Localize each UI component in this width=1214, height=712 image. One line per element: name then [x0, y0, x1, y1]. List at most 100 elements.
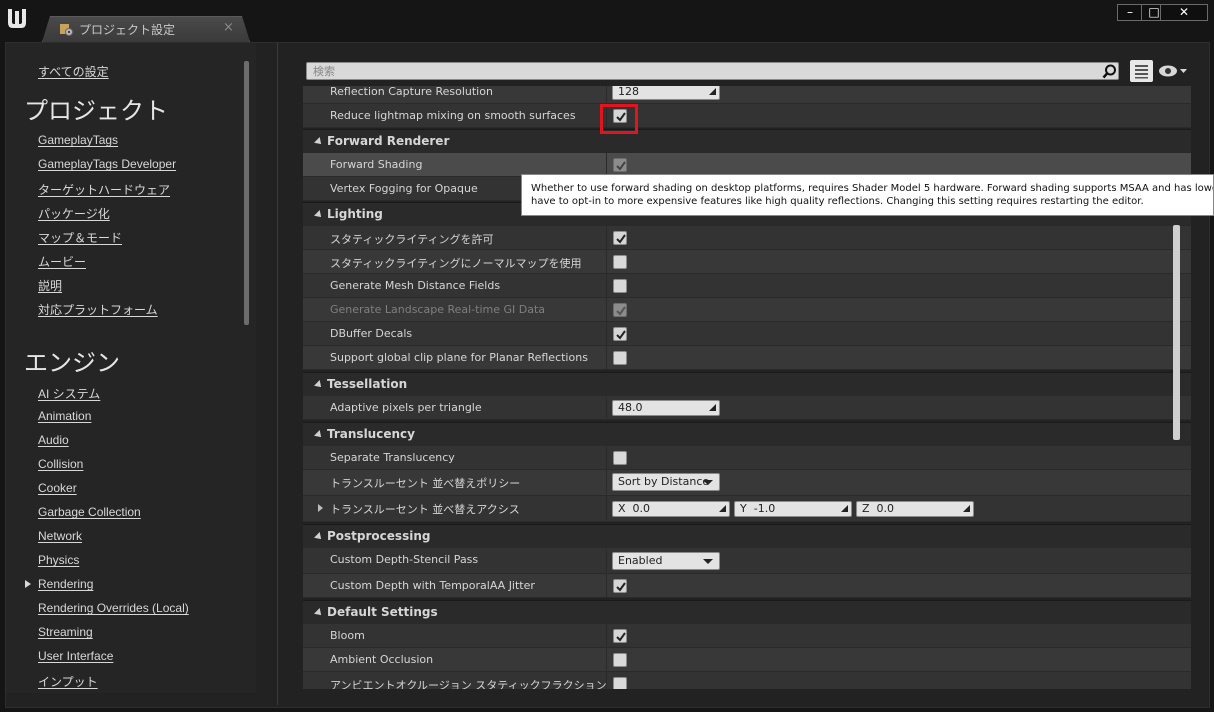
sidebar-item-input[interactable]: インプット — [38, 673, 98, 690]
reduce-lightmap-mixing-checkbox[interactable] — [613, 109, 627, 123]
row-separate-translucency: Separate Translucency — [303, 446, 1191, 470]
ambient-occlusion-checkbox[interactable] — [613, 653, 627, 667]
mesh-distance-fields-checkbox[interactable] — [613, 279, 627, 293]
tooltip-line-1: Whether to use forward shading on deskto… — [531, 183, 1214, 194]
tab-close-icon[interactable]: × — [223, 20, 234, 35]
section-tessellation[interactable]: Tessellation — [303, 372, 1191, 396]
row-custom-depth-stencil: Custom Depth-Stencil Pass Enabled — [303, 548, 1191, 574]
sidebar-item-physics[interactable]: Physics — [38, 553, 79, 567]
section-title: Forward Renderer — [327, 134, 450, 148]
sidebar-item-supported-platforms[interactable]: 対応プラットフォーム — [38, 301, 158, 318]
close-window-button[interactable]: ✕ — [1160, 4, 1208, 21]
sort-axis-z-field[interactable]: Z 0.0 — [856, 501, 974, 517]
row-sort-policy: トランスルーセント 並べ替えポリシー Sort by Distance — [303, 470, 1191, 496]
row-reflection-capture-resolution: Reflection Capture Resolution 128 — [303, 86, 1191, 104]
property-label: Generate Landscape Real-time GI Data — [330, 303, 546, 316]
property-label: Generate Mesh Distance Fields — [330, 279, 501, 292]
search-box[interactable] — [306, 62, 1119, 80]
collapse-arrow-icon[interactable] — [314, 380, 324, 390]
checkmark-icon — [616, 161, 626, 171]
row-sort-axis: トランスルーセント 並べ替えアクシス X 0.0 Y -1.0 Z 0.0 — [303, 496, 1191, 522]
sidebar-item-audio[interactable]: Audio — [38, 433, 69, 447]
sort-axis-x-field[interactable]: X 0.0 — [612, 501, 730, 517]
global-clip-plane-checkbox[interactable] — [613, 351, 627, 365]
forward-shading-checkbox[interactable] — [613, 158, 627, 172]
property-label: Forward Shading — [330, 158, 423, 171]
expand-arrow-icon[interactable] — [318, 504, 323, 512]
sidebar-item-streaming[interactable]: Streaming — [38, 625, 93, 639]
custom-depth-stencil-dropdown[interactable]: Enabled — [612, 552, 720, 570]
property-label: トランスルーセント 並べ替えアクシス — [330, 503, 520, 516]
property-label: Support global clip plane for Planar Ref… — [330, 351, 588, 364]
custom-depth-taa-checkbox[interactable] — [613, 579, 627, 593]
collapse-arrow-icon[interactable] — [314, 532, 324, 542]
minimize-button[interactable]: – — [1117, 4, 1143, 21]
search-input[interactable] — [307, 63, 1097, 79]
tab-project-settings[interactable]: プロジェクト設定 × — [42, 16, 250, 42]
section-default-settings[interactable]: Default Settings — [303, 600, 1191, 624]
settings-window: すべての設定 プロジェクト GameplayTags GameplayTags … — [5, 42, 1210, 708]
list-view-icon — [1135, 65, 1148, 79]
dbuffer-decals-checkbox[interactable] — [613, 327, 627, 341]
section-title: Tessellation — [327, 377, 408, 391]
dropdown-arrow-icon — [703, 480, 713, 485]
collapse-arrow-icon[interactable] — [314, 608, 324, 618]
sidebar-item-rendering-overrides[interactable]: Rendering Overrides (Local) — [38, 601, 189, 615]
section-title: Postprocessing — [327, 529, 431, 543]
section-translucency[interactable]: Translucency — [303, 422, 1191, 446]
sidebar-scrollbar[interactable] — [244, 61, 249, 325]
property-label: DBuffer Decals — [330, 327, 413, 340]
unreal-logo-icon[interactable] — [5, 6, 29, 32]
title-bar: プロジェクト設定 × – □ ✕ — [0, 0, 1214, 42]
checkmark-icon — [616, 330, 626, 340]
collapse-arrow-icon[interactable] — [314, 430, 324, 440]
checkmark-icon — [616, 582, 626, 592]
property-label: Adaptive pixels per triangle — [330, 401, 482, 414]
checkmark-icon — [616, 632, 626, 642]
separate-translucency-checkbox[interactable] — [613, 451, 627, 465]
section-postprocessing[interactable]: Postprocessing — [303, 524, 1191, 548]
engine-heading: エンジン — [24, 349, 120, 377]
bloom-checkbox[interactable] — [613, 629, 627, 643]
sidebar-item-network[interactable]: Network — [38, 529, 82, 543]
eye-visibility-icon[interactable] — [1158, 64, 1188, 78]
sidebar-item-packaging[interactable]: パッケージ化 — [38, 205, 110, 222]
sidebar-item-maps-modes[interactable]: マップ＆モード — [38, 229, 122, 246]
view-options-button[interactable] — [1130, 60, 1153, 82]
sidebar-item-cooker[interactable]: Cooker — [38, 481, 77, 495]
sidebar-item-animation[interactable]: Animation — [38, 409, 91, 423]
sidebar-item-movies[interactable]: ムービー — [38, 253, 86, 270]
reflection-capture-field[interactable]: 128 — [612, 86, 720, 100]
sidebar-item-user-interface[interactable]: User Interface — [38, 649, 113, 663]
project-heading: プロジェクト — [24, 97, 168, 125]
ao-static-fraction-checkbox[interactable] — [613, 677, 627, 689]
sidebar-item-description[interactable]: 説明 — [38, 277, 62, 294]
section-title: Lighting — [327, 207, 383, 221]
collapse-arrow-icon[interactable] — [314, 137, 324, 147]
all-settings-link[interactable]: すべての設定 — [38, 63, 109, 80]
sidebar-item-garbage-collection[interactable]: Garbage Collection — [38, 505, 141, 519]
allow-static-lighting-checkbox[interactable] — [613, 231, 627, 245]
collapse-arrow-icon[interactable] — [314, 210, 324, 220]
row-dbuffer-decals: DBuffer Decals — [303, 322, 1191, 346]
sidebar-item-ai-system[interactable]: AI システム — [38, 385, 100, 402]
sidebar-item-rendering[interactable]: Rendering — [38, 577, 93, 591]
sidebar-item-collision[interactable]: Collision — [38, 457, 83, 471]
checkmark-icon — [616, 234, 626, 244]
row-bloom: Bloom — [303, 624, 1191, 648]
details-scrollbar[interactable] — [1173, 225, 1180, 440]
row-allow-static-lighting: スタティックライティングを許可 — [303, 226, 1191, 250]
search-icon[interactable] — [1102, 64, 1117, 79]
sidebar-item-gameplaytags-developer[interactable]: GameplayTags Developer — [38, 157, 176, 171]
sidebar-item-target-hardware[interactable]: ターゲットハードウェア — [38, 181, 170, 198]
adaptive-pixels-field[interactable]: 48.0 — [612, 400, 720, 416]
property-label: Separate Translucency — [330, 451, 455, 464]
landscape-gi-checkbox[interactable] — [613, 303, 627, 317]
sort-policy-dropdown[interactable]: Sort by Distance — [612, 473, 720, 491]
normal-maps-static-checkbox[interactable] — [613, 255, 627, 269]
panel-divider[interactable] — [277, 43, 278, 705]
sidebar-item-gameplaytags[interactable]: GameplayTags — [38, 133, 118, 147]
sort-axis-y-field[interactable]: Y -1.0 — [734, 501, 852, 517]
section-forward-renderer[interactable]: Forward Renderer — [303, 129, 1191, 153]
settings-content: Reflection Capture Resolution 128 Reduce… — [303, 43, 1191, 693]
